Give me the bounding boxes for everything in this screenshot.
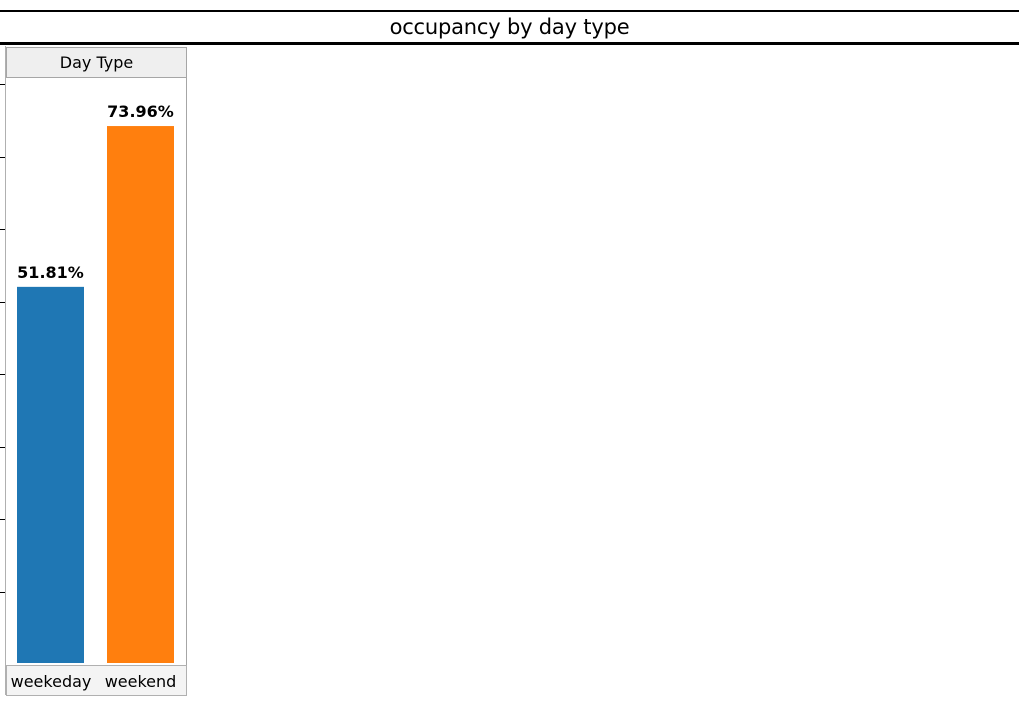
y-axis-tick xyxy=(0,519,5,520)
x-tick-label: weekeday xyxy=(6,665,95,696)
x-tick-label: weekend xyxy=(95,665,187,696)
plot-pane: 51.81% 73.96% xyxy=(6,77,187,665)
chart-title-bar: occupancy by day type xyxy=(0,12,1019,45)
bar-plot: 51.81% 73.96% xyxy=(17,102,174,663)
bar-weekeday[interactable] xyxy=(17,286,84,663)
y-axis-tick xyxy=(0,447,5,448)
bar-weekend[interactable] xyxy=(107,126,174,663)
y-axis-tick xyxy=(0,157,5,158)
data-label: 73.96% xyxy=(107,102,174,121)
y-axis-tick xyxy=(0,84,5,85)
y-axis-tick xyxy=(0,374,5,375)
y-axis-tick xyxy=(0,592,5,593)
data-label: 51.81% xyxy=(17,263,84,282)
y-axis-tick xyxy=(0,302,5,303)
chart-title: occupancy by day type xyxy=(389,15,630,39)
column-header-day-type: Day Type xyxy=(6,47,187,78)
y-axis-tick xyxy=(0,229,5,230)
